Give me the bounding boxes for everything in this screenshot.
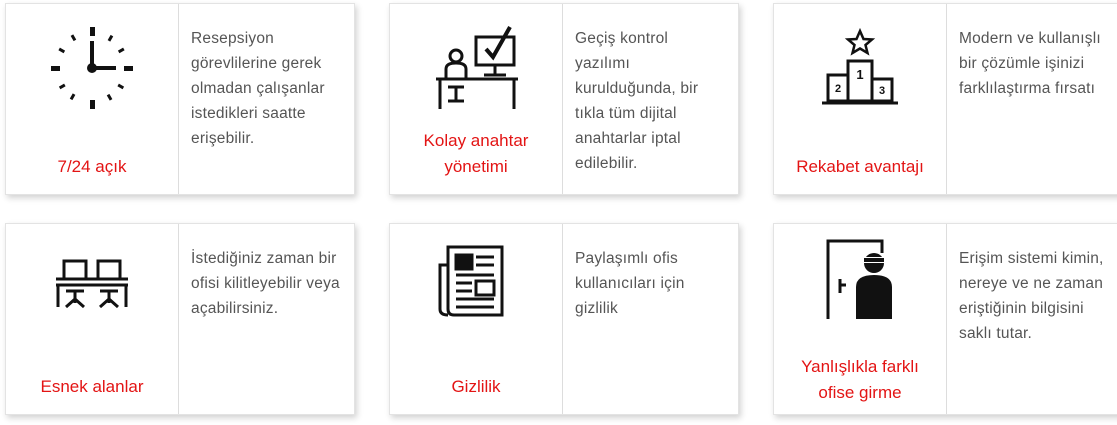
svg-text:3: 3 (879, 85, 885, 97)
card-title: Gizlilik (451, 377, 501, 396)
feature-card-key-management: Kolay anahtar yönetimi Geçiş kontrol yaz… (389, 3, 739, 195)
shared-desks-icon (6, 230, 178, 330)
svg-text:1: 1 (856, 67, 863, 82)
card-description: Erişim sistemi kimin, nereye ve ne zaman… (959, 250, 1104, 342)
card-title: Esnek alanlar (40, 377, 144, 396)
card-left-panel: 1 2 3 Rekabet avantajı (774, 4, 947, 194)
card-description: İstediğiniz zaman bir ofisi kilitleyebil… (191, 250, 340, 317)
card-left-panel: Esnek alanlar (6, 224, 179, 414)
card-description: Paylaşımlı ofis kullanıcıları için gizli… (575, 250, 685, 317)
card-left-panel: 7/24 açık (6, 4, 179, 194)
feature-card-wrong-office: Yanlışlıkla farklı ofise girme Erişim si… (773, 223, 1117, 415)
card-description: Geçiş kontrol yazılımı kurulduğunda, bir… (575, 30, 699, 172)
card-title: Kolay anahtar yönetimi (423, 131, 529, 176)
svg-text:2: 2 (835, 83, 841, 95)
card-left-panel: Kolay anahtar yönetimi (390, 4, 563, 194)
card-description: Resepsiyon görevlilerine gerek olmadan ç… (191, 30, 325, 147)
feature-card-24-7: 7/24 açık Resepsiyon görevlilerine gerek… (5, 3, 355, 195)
card-title: 7/24 açık (57, 157, 127, 176)
card-left-panel: Gizlilik (390, 224, 563, 414)
feature-card-privacy: Gizlilik Paylaşımlı ofis kullanıcıları i… (389, 223, 739, 415)
card-left-panel: Yanlışlıkla farklı ofise girme (774, 224, 947, 414)
newspaper-icon (390, 230, 562, 330)
clock-icon (6, 18, 178, 118)
desk-computer-check-icon (390, 18, 562, 118)
card-title: Yanlışlıkla farklı ofise girme (801, 357, 919, 402)
feature-card-flexible-spaces: Esnek alanlar İstediğiniz zaman bir ofis… (5, 223, 355, 415)
podium-star-icon: 1 2 3 (774, 18, 946, 118)
card-description: Modern ve kullanışlı bir çözümle işinizi… (959, 30, 1101, 97)
feature-card-competitive-advantage: 1 2 3 Rekabet avantajı Modern ve kullanı… (773, 3, 1117, 195)
card-title: Rekabet avantajı (796, 157, 924, 176)
door-intruder-icon (774, 228, 946, 328)
